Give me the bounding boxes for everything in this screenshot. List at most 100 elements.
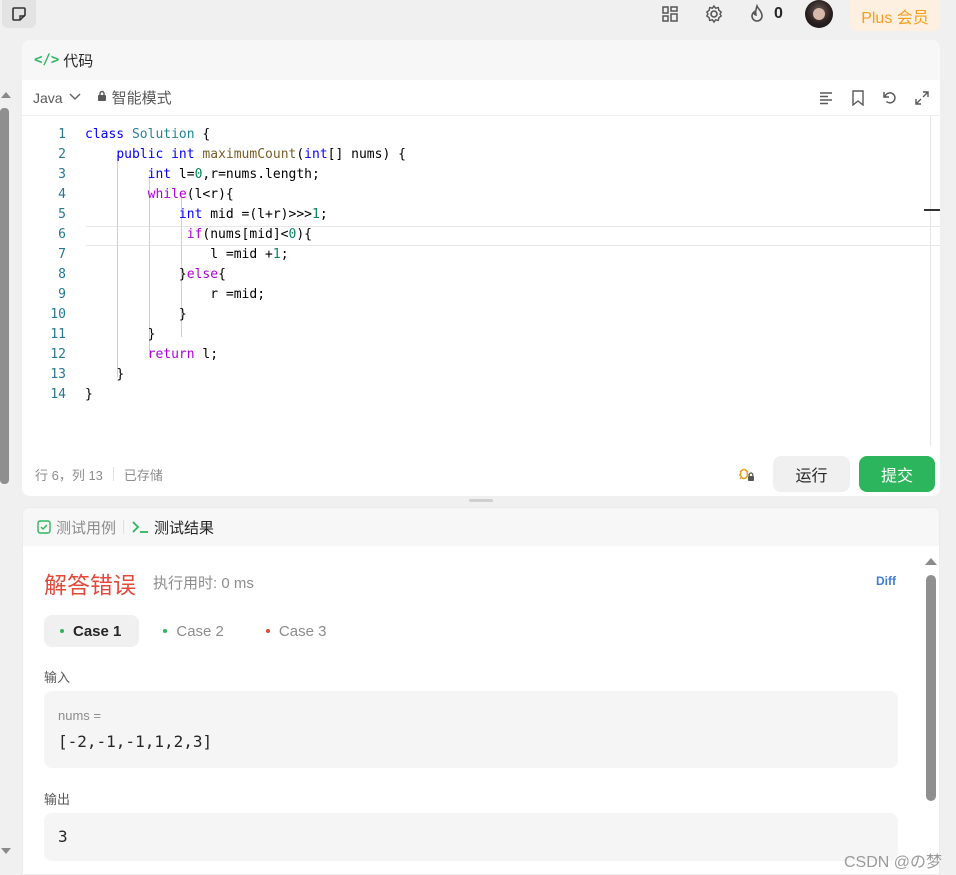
reset-icon[interactable] (880, 88, 900, 108)
language-select[interactable]: Java (33, 90, 81, 106)
result-tabs: 测试用例 测试结果 (23, 508, 939, 546)
avatar[interactable] (805, 0, 833, 28)
scroll-up-arrow[interactable] (1, 92, 11, 98)
panel-resize-handle[interactable] (469, 499, 493, 502)
output-label: 输出 (44, 792, 71, 807)
submit-button[interactable]: 提交 (859, 456, 935, 492)
code-token: ){ (296, 227, 312, 242)
code-line: 8 }else{ (22, 265, 940, 285)
line-content: } (85, 325, 156, 345)
smart-mode-toggle[interactable]: 智能模式 (97, 87, 172, 108)
result-panel: 测试用例 测试结果 解答错误 执行用时: 0 ms Diff Case 1 Ca… (22, 507, 940, 875)
code-token: { (194, 127, 211, 142)
code-line: 2 public int maximumCount(int[] nums) { (22, 145, 940, 165)
status-dot (265, 629, 270, 633)
code-token: if (186, 227, 203, 242)
smart-mode-label: 智能模式 (111, 90, 172, 107)
result-scroll-thumb[interactable] (926, 575, 936, 801)
scroll-thumb[interactable] (0, 108, 9, 484)
case-label: Case 3 (278, 622, 327, 640)
divider (123, 520, 125, 534)
code-token: 1 (272, 247, 281, 262)
code-token: int (304, 147, 328, 162)
code-line: 7 l =mid +1; (22, 245, 940, 265)
status-dot (163, 629, 168, 633)
case-tab[interactable]: Case 3 (250, 615, 345, 647)
line-content: return l; (85, 345, 218, 365)
case-tab[interactable]: Case 1 (44, 615, 140, 647)
code-token: } (147, 327, 156, 342)
code-token: class (85, 127, 125, 142)
case-label: Case 1 (73, 622, 122, 640)
code-token: 1 (311, 207, 320, 222)
code-token: r =mid; (210, 287, 266, 302)
tab-test-result-label: 测试结果 (154, 519, 215, 537)
line-number: 14 (50, 387, 66, 402)
line-content: r =mid; (85, 285, 265, 305)
output-value: 3 (58, 827, 68, 846)
line-number: 5 (58, 207, 66, 222)
result-scroll-up-arrow[interactable] (925, 558, 937, 565)
code-line: 5 int mid =(l+r)>>>1; (22, 205, 940, 225)
code-token: Solution (131, 127, 195, 142)
code-line: 14 } (22, 385, 940, 405)
code-token: int (171, 147, 195, 162)
editor-scrollbar[interactable] (930, 116, 940, 446)
run-button[interactable]: 运行 (773, 456, 850, 492)
tab-testcase[interactable]: 测试用例 (37, 517, 116, 538)
cursor-position: 行 6，列 13 (35, 467, 103, 483)
note-button[interactable] (2, 0, 36, 28)
debug-icon[interactable] (736, 464, 756, 484)
line-content: while(l<r){ (85, 185, 234, 205)
diff-toggle[interactable]: Diff (876, 574, 896, 588)
line-number: 7 (58, 247, 66, 262)
input-variable-name: nums = (58, 708, 101, 723)
code-token: ,r=nums.length; (202, 167, 320, 182)
input-value: [-2,-1,-1,1,2,3] (58, 732, 213, 751)
checkbox-icon (37, 520, 51, 534)
chevron-down-icon (69, 92, 81, 104)
code-token: maximumCount (202, 147, 297, 162)
code-token: [] nums) { (327, 147, 406, 162)
output-box: 3 (44, 813, 898, 861)
line-number: 3 (58, 167, 66, 182)
input-box: nums = [-2,-1,-1,1,2,3] (44, 691, 898, 768)
verdict: 解答错误 (44, 572, 136, 598)
code-token: ; (319, 207, 328, 222)
code-token: l= (171, 167, 195, 182)
layout-icon[interactable] (660, 4, 680, 24)
code-line: 6 if(nums[mid]<0){ (22, 225, 940, 245)
settings-icon[interactable] (704, 4, 724, 24)
code-panel-header: </> 代码 (22, 40, 940, 80)
expand-icon[interactable] (912, 88, 932, 108)
code-line: 10 } (22, 305, 940, 325)
code-token: } (178, 307, 187, 322)
left-scrollbar[interactable] (0, 88, 12, 858)
terminal-icon (131, 520, 149, 534)
line-content: } (85, 305, 187, 325)
format-icon[interactable] (816, 88, 836, 108)
code-token: ( (296, 147, 305, 162)
code-icon: </> (34, 52, 60, 68)
plus-membership-button[interactable]: Plus 会员 (850, 0, 940, 31)
line-content: class Solution { (85, 125, 210, 145)
line-content: } (85, 385, 93, 405)
case-tab[interactable]: Case 2 (147, 615, 242, 647)
line-number: 4 (58, 187, 66, 202)
line-content: int mid =(l+r)>>>1; (85, 205, 328, 225)
tab-test-result[interactable]: 测试结果 (131, 517, 214, 538)
fire-icon[interactable] (747, 4, 767, 24)
code-line: 9 r =mid; (22, 285, 940, 305)
line-content: int l=0,r=nums.length; (85, 165, 320, 185)
input-label: 输入 (44, 670, 71, 685)
line-number: 9 (58, 287, 66, 302)
bookmark-icon[interactable] (848, 88, 868, 108)
scroll-down-arrow[interactable] (1, 848, 11, 854)
code-editor[interactable]: 1 class Solution { 2 public int maximumC… (22, 116, 940, 436)
editor-cursor-marker (924, 209, 940, 211)
code-line: 1 class Solution { (22, 125, 940, 145)
watermark: CSDN @の梦 (844, 854, 943, 871)
line-number: 8 (58, 267, 66, 282)
save-status: 已存储 (123, 467, 163, 483)
line-number: 10 (50, 307, 66, 322)
